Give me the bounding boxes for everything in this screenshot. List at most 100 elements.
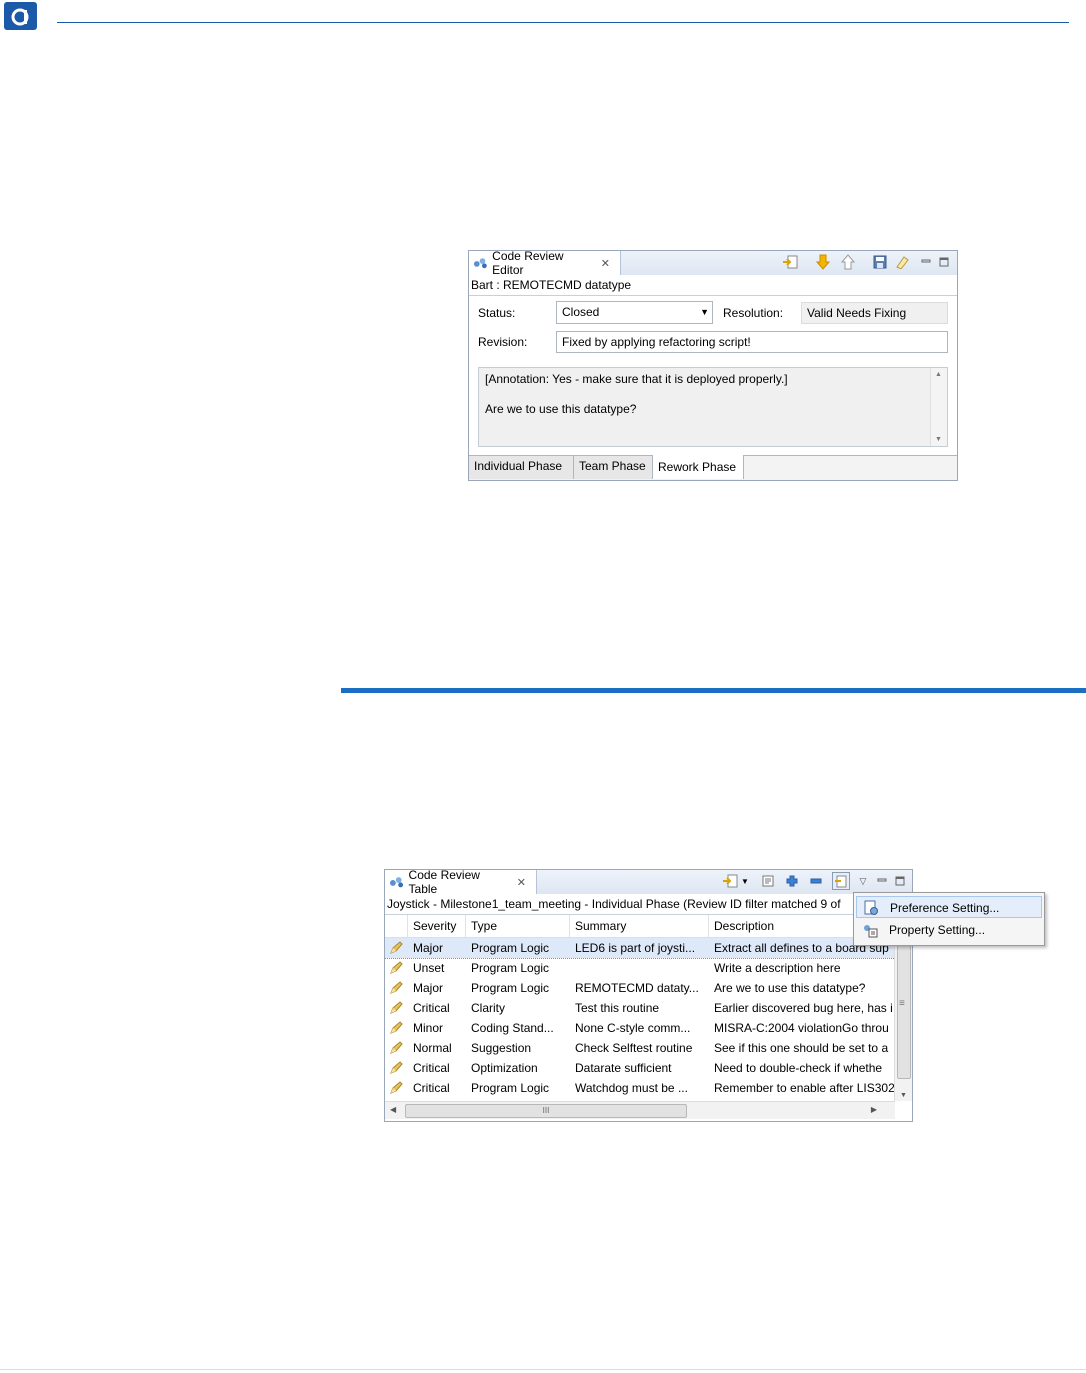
- pencil-icon: [390, 961, 403, 974]
- table-cell: Datarate sufficient: [575, 1061, 672, 1075]
- pencil-icon: [390, 1061, 403, 1074]
- revision-field[interactable]: Fixed by applying refactoring script!: [556, 331, 948, 353]
- description-text: Are we to use this datatype?: [485, 402, 637, 416]
- table-cell: None C-style comm...: [575, 1021, 691, 1035]
- textarea-scrollbar[interactable]: ▲ ▼: [930, 368, 947, 446]
- table-row[interactable]: Minor Coding Stand... None C-style comm...…: [385, 1018, 895, 1038]
- table-cell: MISRA-C:2004 violationGo throu: [714, 1021, 889, 1035]
- table-cell: Suggestion: [471, 1041, 532, 1055]
- remove-icon[interactable]: [807, 872, 825, 890]
- table-cell: Write a description here: [714, 961, 841, 975]
- scroll-down-icon[interactable]: ▼: [900, 1092, 907, 1099]
- table-cell: Watchdog must be ...: [575, 1081, 688, 1095]
- pencil-icon: [390, 1001, 403, 1014]
- scroll-up-icon[interactable]: ▲: [935, 371, 942, 378]
- column-summary[interactable]: Summary: [570, 915, 709, 937]
- goto-source-icon[interactable]: [781, 253, 799, 271]
- chevron-down-icon[interactable]: ▼: [700, 302, 709, 322]
- next-arrow-icon[interactable]: [814, 253, 832, 271]
- hscroll-thumb[interactable]: III: [405, 1104, 687, 1118]
- table-row[interactable]: Critical Program Logic Watchdog must be ..…: [385, 1078, 895, 1098]
- scroll-down-icon[interactable]: ▼: [935, 436, 942, 443]
- table-cell: Program Logic: [471, 941, 550, 955]
- minimize-icon[interactable]: [917, 253, 935, 271]
- pencil-icon: [390, 941, 403, 954]
- maximize-icon[interactable]: [891, 872, 909, 890]
- column-severity[interactable]: Severity: [408, 915, 466, 937]
- resolution-label: Resolution:: [723, 306, 784, 320]
- table-cell: Coding Stand...: [471, 1021, 554, 1035]
- filter-icon[interactable]: [759, 872, 777, 890]
- table-row[interactable]: Critical Clarity Test this routine Earlier …: [385, 998, 895, 1018]
- table-tab[interactable]: Code Review Table ✕: [385, 868, 537, 896]
- section-divider: [341, 688, 1086, 693]
- table-row[interactable]: Major Program Logic LED6 is part of joysti…: [385, 938, 896, 959]
- scroll-left-icon[interactable]: ◀: [390, 1105, 396, 1114]
- menu-label: Property Setting...: [889, 923, 986, 937]
- table-header: Severity Type Summary Description: [385, 915, 895, 938]
- revision-label: Revision:: [478, 335, 528, 349]
- review-icon: [389, 877, 404, 888]
- add-icon[interactable]: [783, 872, 801, 890]
- table-cell: Need to double-check if whethe: [714, 1061, 883, 1075]
- tab-rework-phase[interactable]: Rework Phase: [653, 455, 744, 479]
- revision-value: Fixed by applying refactoring script!: [562, 335, 751, 349]
- editor-tab-title: Code Review Editor: [492, 249, 564, 277]
- table-cell: Major: [413, 941, 444, 955]
- tab-team-phase[interactable]: Team Phase: [574, 456, 653, 479]
- table-cell: Normal: [413, 1041, 452, 1055]
- pencil-icon: [390, 1081, 403, 1094]
- view-menu-icon[interactable]: ▽: [854, 872, 872, 890]
- close-icon[interactable]: ✕: [517, 876, 526, 889]
- status-combo[interactable]: Closed ▼: [556, 301, 713, 324]
- table-hscroll[interactable]: ◀ III ▶: [385, 1101, 895, 1119]
- annotation-text: [Annotation: Yes - make sure that it is …: [485, 372, 788, 386]
- logo-icon: [11, 8, 29, 26]
- column-icon[interactable]: [385, 915, 408, 937]
- table-tab-bar: Code Review Table ✕ ▼ ▽: [385, 868, 912, 896]
- settings-dropdown-menu: Preference Setting... Property Setting..…: [853, 892, 1045, 946]
- save-icon[interactable]: [871, 253, 889, 271]
- hscroll-grip: III: [542, 1106, 550, 1115]
- table-cell: Earlier discovered bug here, has i: [714, 1001, 893, 1015]
- table-cell: [570, 958, 709, 978]
- code-review-editor-view: Code Review Editor ✕ Bart : REMOTECMD da…: [468, 249, 958, 481]
- editor-tab[interactable]: Code Review Editor ✕: [469, 249, 621, 277]
- grip-icon: ≡: [899, 998, 905, 1009]
- goto-source-icon[interactable]: [721, 872, 739, 890]
- table-cell: Unset: [413, 961, 445, 975]
- table-cell: Optimization: [471, 1061, 538, 1075]
- table-cell: Are we to use this datatype?: [714, 981, 866, 995]
- menu-item-preference-setting[interactable]: Preference Setting...: [856, 896, 1042, 918]
- status-label: Status:: [478, 306, 516, 320]
- eraser-icon[interactable]: [893, 253, 911, 271]
- resolution-field[interactable]: Valid Needs Fixing: [801, 302, 948, 324]
- close-icon[interactable]: ✕: [601, 257, 610, 270]
- table-cell: LED6 is part of joysti...: [575, 941, 696, 955]
- table-row[interactable]: Unset Program Logic Write a description he…: [385, 958, 895, 978]
- table-row[interactable]: Critical Optimization Datarate sufficient N…: [385, 1058, 895, 1078]
- tab-individual-phase[interactable]: Individual Phase: [469, 456, 574, 479]
- preference-icon: [864, 900, 878, 915]
- table-row[interactable]: Normal Suggestion Check Selftest routine Se…: [385, 1038, 895, 1058]
- table-cell: Critical: [413, 1061, 450, 1075]
- scroll-right-icon[interactable]: ▶: [871, 1105, 877, 1114]
- table-tab-title: Code Review Table: [408, 868, 480, 896]
- brand-logo: [4, 2, 37, 30]
- settings-menu-icon[interactable]: [832, 872, 850, 890]
- pencil-icon: [390, 981, 403, 994]
- menu-item-property-setting[interactable]: Property Setting...: [856, 919, 1042, 941]
- comment-textarea[interactable]: [Annotation: Yes - make sure that it is …: [478, 367, 948, 447]
- table-cell: Remember to enable after LIS302: [714, 1081, 895, 1095]
- table-cell: Critical: [413, 1001, 450, 1015]
- table-row[interactable]: Major Program Logic REMOTECMD dataty... Are…: [385, 978, 895, 998]
- dropdown-icon[interactable]: ▼: [740, 872, 750, 890]
- property-icon: [864, 925, 878, 938]
- table-cell: Test this routine: [575, 1001, 660, 1015]
- column-type[interactable]: Type: [466, 915, 570, 937]
- table-cell: See if this one should be set to a: [714, 1041, 889, 1055]
- minimize-icon[interactable]: [873, 872, 891, 890]
- maximize-icon[interactable]: [935, 253, 953, 271]
- previous-arrow-icon[interactable]: [839, 253, 857, 271]
- table-subtitle: Joystick - Milestone1_team_meeting - Ind…: [385, 894, 912, 915]
